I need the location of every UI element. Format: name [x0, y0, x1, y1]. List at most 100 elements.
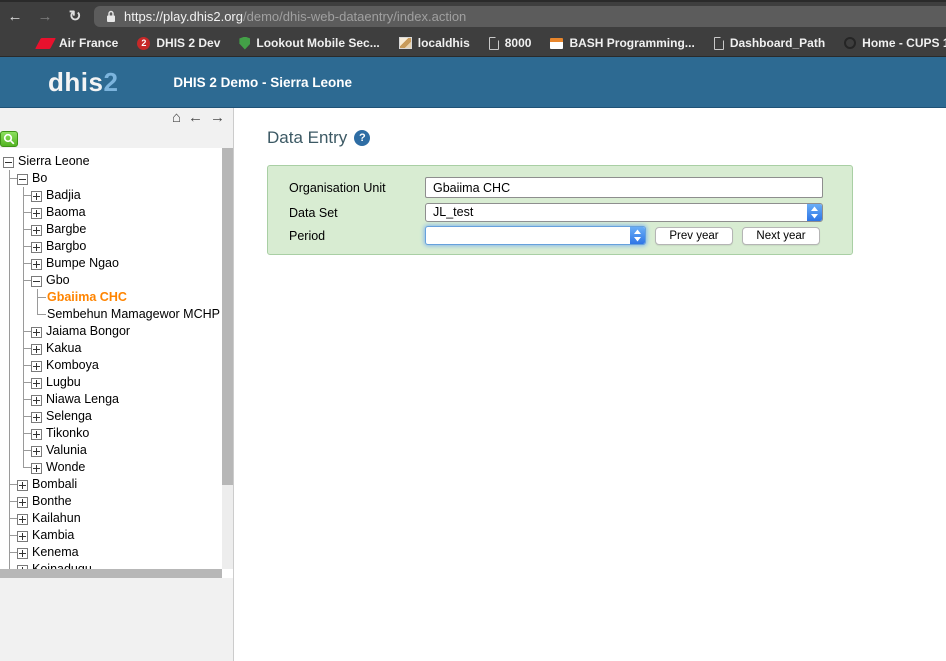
expand-icon[interactable]: [31, 463, 42, 474]
tree-node-label[interactable]: Koinadugu: [30, 561, 92, 569]
expand-icon[interactable]: [17, 514, 28, 525]
expand-icon[interactable]: [31, 191, 42, 202]
bookmark-item[interactable]: 8000: [489, 36, 532, 50]
tree-node-gbaiima-chc[interactable]: Gbaiima CHC: [3, 289, 222, 306]
tree-node-label[interactable]: Kenema: [30, 544, 79, 561]
horizontal-scrollbar-thumb[interactable]: [0, 569, 222, 578]
browser-forward-icon[interactable]: →: [30, 8, 60, 25]
bookmark-item[interactable]: BASH Programming...: [550, 36, 694, 50]
tree-node-label[interactable]: Bombali: [30, 476, 77, 493]
bookmark-item[interactable]: Home - CUPS 1.5.2: [844, 36, 946, 50]
bookmark-item[interactable]: 2DHIS 2 Dev: [137, 36, 220, 50]
tree-connector: [17, 221, 31, 238]
expand-icon[interactable]: [31, 259, 42, 270]
tree-node-lugbu[interactable]: Lugbu: [3, 374, 222, 391]
expand-icon[interactable]: [31, 395, 42, 406]
home-icon[interactable]: ⌂: [172, 109, 181, 126]
help-icon[interactable]: ?: [354, 130, 370, 146]
org-unit-input[interactable]: [425, 177, 823, 198]
tree-node-label[interactable]: Baoma: [44, 204, 86, 221]
tree-node-bumpe-ngao[interactable]: Bumpe Ngao: [3, 255, 222, 272]
tree-node-komboya[interactable]: Komboya: [3, 357, 222, 374]
expand-icon[interactable]: [31, 242, 42, 253]
url-bar[interactable]: https://play.dhis2.org/demo/dhis-web-dat…: [94, 6, 946, 27]
orgunit-search-button[interactable]: [0, 131, 18, 147]
collapse-icon[interactable]: [3, 157, 14, 168]
expand-icon[interactable]: [31, 412, 42, 423]
tree-node-label[interactable]: Gbo: [44, 272, 70, 289]
bookmark-item[interactable]: Air France: [38, 36, 118, 50]
browser-back-icon[interactable]: ←: [0, 8, 30, 25]
dhis2-logo[interactable]: dhis2: [48, 67, 118, 98]
tree-node-bonthe[interactable]: Bonthe: [3, 493, 222, 510]
tree-node-bargbo[interactable]: Bargbo: [3, 238, 222, 255]
collapse-icon[interactable]: [31, 276, 42, 287]
browser-reload-icon[interactable]: ↻: [60, 7, 90, 25]
expand-icon[interactable]: [31, 327, 42, 338]
bookmark-item[interactable]: Dashboard_Path: [714, 36, 825, 50]
tree-node-label[interactable]: Wonde: [44, 459, 85, 476]
prev-year-button[interactable]: Prev year: [655, 227, 733, 245]
expand-icon[interactable]: [17, 497, 28, 508]
tree-node-tikonko[interactable]: Tikonko: [3, 425, 222, 442]
tree-node-bargbe[interactable]: Bargbe: [3, 221, 222, 238]
expand-icon[interactable]: [17, 480, 28, 491]
bookmark-item[interactable]: Lookout Mobile Sec...: [239, 36, 379, 50]
vertical-scrollbar-thumb[interactable]: [222, 148, 233, 485]
tree-node-label[interactable]: Kakua: [44, 340, 81, 357]
expand-icon[interactable]: [31, 225, 42, 236]
tree-node-label[interactable]: Lugbu: [44, 374, 81, 391]
tree-forward-icon[interactable]: →: [210, 109, 225, 126]
tree-node-kailahun[interactable]: Kailahun: [3, 510, 222, 527]
tree-node-koinadugu[interactable]: Koinadugu: [3, 561, 222, 569]
dataset-select[interactable]: JL_test: [425, 203, 823, 222]
tree-node-badjia[interactable]: Badjia: [3, 187, 222, 204]
tree-node-label[interactable]: Sierra Leone: [16, 153, 90, 170]
tree-node-valunia[interactable]: Valunia: [3, 442, 222, 459]
expand-icon[interactable]: [31, 344, 42, 355]
bookmark-item[interactable]: localdhis: [399, 36, 470, 50]
tree-back-icon[interactable]: ←: [188, 109, 203, 126]
tree-node-niawa-lenga[interactable]: Niawa Lenga: [3, 391, 222, 408]
tree-node-label[interactable]: Bargbe: [44, 221, 86, 238]
tree-node-kakua[interactable]: Kakua: [3, 340, 222, 357]
tree-node-sembehun-mamagewor-mchp[interactable]: Sembehun Mamagewor MCHP: [3, 306, 222, 323]
tree-node-label[interactable]: Bo: [30, 170, 47, 187]
expand-icon[interactable]: [17, 548, 28, 559]
tree-node-label[interactable]: Bumpe Ngao: [44, 255, 119, 272]
expand-icon[interactable]: [31, 429, 42, 440]
tree-node-label[interactable]: Kailahun: [30, 510, 81, 527]
tree-node-label[interactable]: Gbaiima CHC: [45, 289, 127, 306]
tree-node-selenga[interactable]: Selenga: [3, 408, 222, 425]
expand-icon[interactable]: [31, 378, 42, 389]
tree-node-wonde[interactable]: Wonde: [3, 459, 222, 476]
tree-node-bombali[interactable]: Bombali: [3, 476, 222, 493]
tree-node-label[interactable]: Sembehun Mamagewor MCHP: [45, 306, 220, 323]
tree-node-label[interactable]: Badjia: [44, 187, 81, 204]
tree-node-label[interactable]: Selenga: [44, 408, 92, 425]
period-select[interactable]: [425, 226, 646, 245]
tree-node-label[interactable]: Jaiama Bongor: [44, 323, 130, 340]
tree-node-sierra-leone[interactable]: Sierra Leone: [3, 153, 222, 170]
tree-node-kambia[interactable]: Kambia: [3, 527, 222, 544]
tree-node-label[interactable]: Bonthe: [30, 493, 72, 510]
tree-node-jaiama-bongor[interactable]: Jaiama Bongor: [3, 323, 222, 340]
tree-node-label[interactable]: Valunia: [44, 442, 87, 459]
tree-horizontal-scrollbar[interactable]: [0, 569, 233, 578]
tree-vertical-scrollbar[interactable]: [222, 148, 233, 569]
tree-node-kenema[interactable]: Kenema: [3, 544, 222, 561]
expand-icon[interactable]: [31, 446, 42, 457]
tree-node-baoma[interactable]: Baoma: [3, 204, 222, 221]
tree-node-bo[interactable]: Bo: [3, 170, 222, 187]
collapse-icon[interactable]: [17, 174, 28, 185]
expand-icon[interactable]: [17, 531, 28, 542]
expand-icon[interactable]: [31, 208, 42, 219]
tree-node-label[interactable]: Kambia: [30, 527, 74, 544]
tree-node-label[interactable]: Tikonko: [44, 425, 89, 442]
expand-icon[interactable]: [31, 361, 42, 372]
tree-node-label[interactable]: Niawa Lenga: [44, 391, 119, 408]
tree-node-gbo[interactable]: Gbo: [3, 272, 222, 289]
next-year-button[interactable]: Next year: [742, 227, 820, 245]
tree-node-label[interactable]: Komboya: [44, 357, 99, 374]
tree-node-label[interactable]: Bargbo: [44, 238, 86, 255]
